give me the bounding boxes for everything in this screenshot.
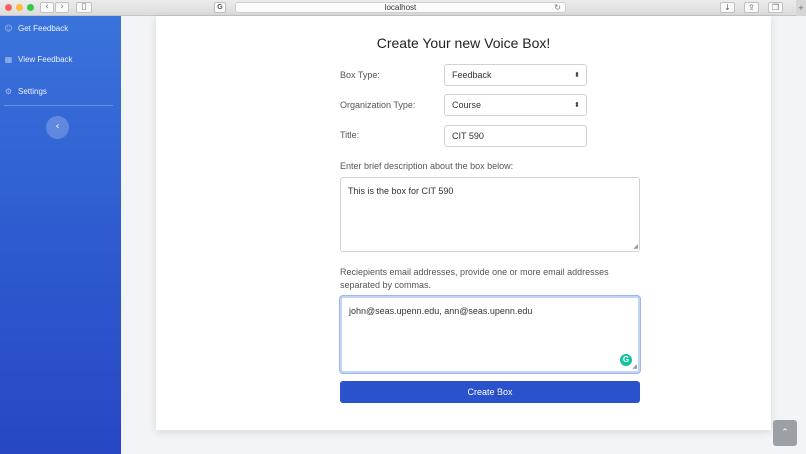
sidebar: ☺ Get Feedback ▦ View Feedback ⚙ Setting… [0, 16, 121, 454]
org-type-select[interactable]: Course ⬍ [444, 94, 587, 116]
create-box-button[interactable]: Create Box [340, 381, 640, 403]
chevron-left-icon: ‹ [45, 2, 49, 12]
box-type-select[interactable]: Feedback ⬍ [444, 64, 587, 86]
address-bar[interactable]: localhost ↻ [235, 2, 566, 13]
share-button[interactable]: ⇪ [744, 2, 759, 13]
create-box-card: Create Your new Voice Box! Box Type: Fee… [156, 16, 771, 430]
gear-icon: ⚙ [4, 87, 13, 96]
reload-icon[interactable]: ↻ [554, 3, 561, 13]
grammarly-icon[interactable]: G [620, 354, 632, 366]
back-button[interactable]: ‹ [40, 2, 54, 13]
table-icon: ▦ [4, 55, 13, 64]
create-box-label: Create Box [467, 387, 513, 397]
share-icon: ⇪ [748, 3, 755, 12]
recipients-textarea[interactable]: john@seas.upenn.edu, ann@seas.upenn.edu … [340, 296, 640, 373]
sidebar-item-view-feedback[interactable]: ▦ View Feedback [4, 55, 73, 64]
site-icon[interactable]: G [214, 2, 226, 13]
sidebar-toggle-button[interactable]: ▯ [76, 2, 92, 13]
description-value: This is the box for CIT 590 [348, 186, 454, 196]
minimize-window-button[interactable] [16, 4, 23, 11]
scroll-to-top-button[interactable]: ⌃ [773, 420, 797, 446]
chevron-up-icon: ⌃ [781, 428, 789, 438]
page-title: Create Your new Voice Box! [376, 35, 551, 51]
forward-button[interactable]: › [55, 2, 69, 13]
sidebar-item-get-feedback[interactable]: ☺ Get Feedback [4, 24, 68, 33]
new-tab-button[interactable]: + [796, 0, 806, 16]
chevron-left-icon: ‹ [55, 121, 60, 132]
recipients-label-line2: separated by commas. [340, 280, 432, 290]
sidebar-item-label: Settings [18, 87, 47, 96]
chevron-right-icon: › [60, 2, 64, 12]
box-type-label: Box Type: [340, 70, 380, 80]
sidebar-icon: ▯ [81, 2, 87, 12]
download-icon: ↓ [724, 3, 731, 12]
pointer-cursor-icon: ☝ [495, 390, 501, 400]
url-text: localhost [384, 3, 417, 12]
select-arrows-icon: ⬍ [574, 101, 580, 109]
window-controls [5, 4, 34, 11]
org-type-value: Course [452, 100, 482, 110]
resize-grip-icon[interactable]: ◢ [632, 363, 637, 370]
chat-icon: ☺ [4, 24, 13, 33]
resize-grip-icon[interactable]: ◢ [633, 243, 638, 250]
box-type-value: Feedback [452, 70, 492, 80]
sidebar-item-label: View Feedback [18, 55, 73, 64]
plus-icon: + [798, 3, 804, 13]
recipients-value: john@seas.upenn.edu, ann@seas.upenn.edu [349, 306, 533, 316]
browser-toolbar: ‹ › ▯ G localhost ↻ ↓ ⇪ ❐ + [0, 0, 806, 16]
description-textarea[interactable]: This is the box for CIT 590 ◢ [340, 177, 640, 252]
select-arrows-icon: ⬍ [574, 71, 580, 79]
sidebar-item-label: Get Feedback [18, 24, 69, 33]
org-type-label: Organization Type: [340, 100, 416, 110]
tabs-button[interactable]: ❐ [768, 2, 783, 13]
title-input-value: CIT 590 [452, 131, 484, 141]
sidebar-collapse-button[interactable]: ‹ [46, 116, 69, 139]
tabs-icon: ❐ [771, 3, 780, 12]
recipients-label-line1: Reciepients email addresses, provide one… [340, 267, 609, 277]
sidebar-divider [4, 105, 113, 106]
sidebar-item-settings[interactable]: ⚙ Settings [4, 87, 47, 96]
description-label: Enter brief description about the box be… [340, 161, 514, 171]
title-label: Title: [340, 130, 360, 140]
close-window-button[interactable] [5, 4, 12, 11]
downloads-button[interactable]: ↓ [720, 2, 735, 13]
title-input[interactable]: CIT 590 [444, 125, 587, 147]
maximize-window-button[interactable] [27, 4, 34, 11]
